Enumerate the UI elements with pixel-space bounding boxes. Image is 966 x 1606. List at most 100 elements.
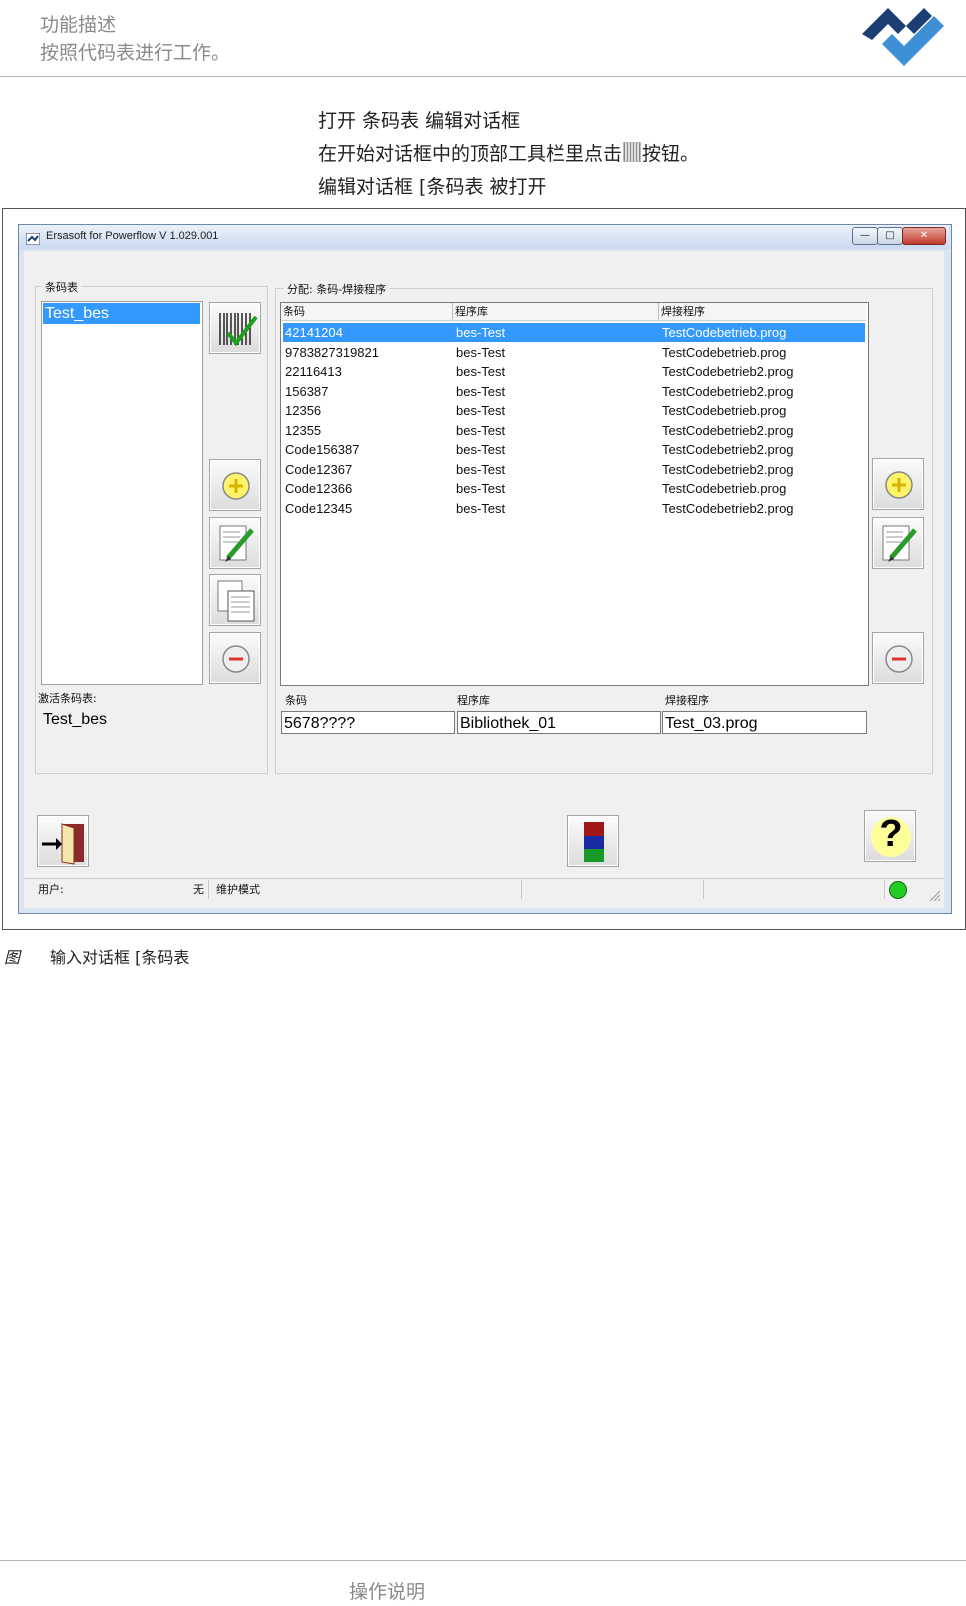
edit-table-button[interactable] (209, 517, 261, 569)
grid-column-separator[interactable] (452, 303, 453, 320)
footer-rule (0, 1560, 966, 1561)
grid-header (281, 303, 866, 321)
table-row[interactable]: 42141204 bes-Test TestCodebetrieb.prog (283, 323, 865, 342)
cell-library: bes-Test (456, 442, 506, 457)
plus-icon (222, 472, 250, 500)
instruction-line-3: 编辑对话框 [条码表 被打开 (318, 176, 547, 198)
cell-program: TestCodebetrieb2.prog (662, 383, 794, 399)
minimize-button[interactable]: — (852, 227, 878, 245)
cell-program: TestCodebetrieb.prog (662, 325, 787, 340)
cell-program: TestCodebetrieb2.prog (662, 364, 794, 379)
cell-library: bes-Test (456, 422, 506, 438)
cell-program: TestCodebetrieb2.prog (662, 422, 794, 438)
status-user-label: 用户: (38, 883, 64, 896)
active-table-label: 激活条码表: (38, 692, 97, 705)
color-stack-icon (584, 822, 604, 862)
copy-table-button[interactable] (209, 574, 261, 626)
instruction-text-after: 按钮。 (642, 143, 700, 165)
edit-library-label: 程序库 (457, 694, 490, 707)
figure-caption: 输入对话框 [条码表 (50, 948, 190, 967)
program-input[interactable]: Test_03.prog (662, 711, 867, 734)
grid-column-barcode[interactable]: 条码 (283, 303, 305, 320)
status-user-segment: 用户: 无 (38, 880, 209, 899)
cell-library: bes-Test (456, 383, 506, 399)
cell-barcode: 12356 (285, 403, 322, 418)
grid-column-separator[interactable] (658, 303, 659, 320)
library-input[interactable]: Bibliothek_01 (457, 711, 661, 734)
table-row[interactable]: 12355 bes-Test TestCodebetrieb2.prog (283, 421, 865, 440)
header-rule (0, 76, 966, 77)
active-table-value: Test_bes (43, 711, 108, 728)
cell-barcode: Code12367 (285, 461, 353, 477)
code-table-group-label: 条码表 (42, 279, 81, 295)
edit-assignment-button[interactable] (872, 517, 924, 569)
help-button[interactable]: ? (864, 810, 916, 862)
table-row[interactable]: 22116413 bes-Test TestCodebetrieb2.prog (283, 362, 865, 381)
cell-program: TestCodebetrieb.prog (662, 344, 787, 360)
grid-column-library[interactable]: 程序库 (455, 303, 488, 320)
table-row[interactable]: 9783827319821 bes-Test TestCodebetrieb.pro… (283, 343, 865, 362)
grid-column-program[interactable]: 焊接程序 (661, 303, 705, 320)
cell-program: TestCodebetrieb.prog (662, 481, 787, 496)
color-stack-button[interactable] (567, 815, 619, 867)
company-logo (862, 0, 966, 66)
copy-table-icon (217, 580, 255, 622)
assignment-group-label: 分配: 条码-焊接程序 (284, 281, 390, 297)
add-table-button[interactable] (209, 459, 261, 511)
status-mode: 维护模式 (212, 880, 522, 899)
status-segment-4 (704, 880, 885, 899)
table-row[interactable]: Code12366 bes-Test TestCodebetrieb.prog (283, 479, 865, 498)
barcode-button-icon (623, 142, 642, 162)
table-row[interactable]: Code12367 bes-Test TestCodebetrieb2.prog (283, 460, 865, 479)
cell-barcode: 156387 (285, 383, 329, 399)
window-title: Ersasoft for Powerflow V 1.029.001 (46, 230, 219, 242)
add-assignment-button[interactable] (872, 458, 924, 510)
instruction-line-2: 在开始对话框中的顶部工具栏里点击 按钮。 (318, 139, 699, 166)
delete-assignment-button[interactable] (872, 632, 924, 684)
edit-pencil-icon (219, 525, 254, 562)
page-header-title: 功能描述 (40, 14, 117, 36)
cell-library: bes-Test (456, 403, 506, 418)
code-table-list-item[interactable]: Test_bes (43, 303, 200, 324)
instruction-line-1: 打开 条码表 编辑对话框 (318, 110, 521, 132)
help-glyph: ? (879, 813, 903, 855)
cell-library: bes-Test (456, 325, 506, 340)
exit-button[interactable] (37, 815, 89, 867)
edit-pencil-icon (882, 525, 917, 562)
table-row[interactable]: 156387 bes-Test TestCodebetrieb2.prog (283, 382, 865, 401)
table-row[interactable]: Code12345 bes-Test TestCodebetrieb2.prog (283, 499, 865, 518)
cell-library: bes-Test (456, 481, 506, 496)
exit-door-icon (42, 823, 84, 865)
barcode-check-icon (219, 313, 258, 347)
cell-library: bes-Test (456, 344, 506, 360)
resize-grip-icon[interactable] (928, 886, 941, 902)
cell-library: bes-Test (456, 461, 506, 477)
app-icon (25, 230, 41, 246)
cell-barcode: Code12366 (285, 481, 353, 496)
footer-text: 操作说明 (349, 1581, 426, 1603)
minus-icon (885, 645, 913, 673)
delete-table-button[interactable] (209, 632, 261, 684)
cell-library: bes-Test (456, 500, 506, 516)
cell-barcode: 22116413 (285, 364, 342, 379)
activate-table-button[interactable] (209, 302, 261, 354)
maximize-button[interactable]: □ (877, 227, 903, 245)
barcode-input[interactable]: 5678???? (281, 711, 455, 734)
cell-library: bes-Test (456, 364, 506, 379)
status-user-value: 无 (193, 883, 204, 896)
table-row[interactable]: Code156387 bes-Test TestCodebetrieb2.prog (283, 440, 865, 459)
cell-barcode: 12355 (285, 422, 322, 438)
cell-program: TestCodebetrieb2.prog (662, 442, 794, 457)
edit-barcode-label: 条码 (285, 694, 307, 707)
cell-program: TestCodebetrieb.prog (662, 403, 787, 418)
code-table-list[interactable] (41, 301, 203, 685)
cell-barcode: 42141204 (285, 325, 343, 340)
minus-icon (222, 645, 250, 673)
cell-barcode: 9783827319821 (285, 344, 379, 360)
figure-label: 图 (4, 948, 21, 967)
close-button[interactable]: ✕ (902, 227, 946, 245)
cell-barcode: Code12345 (285, 500, 353, 516)
page-header-subtitle: 按照代码表进行工作。 (40, 42, 231, 64)
table-row[interactable]: 12356 bes-Test TestCodebetrieb.prog (283, 401, 865, 420)
cell-barcode: Code156387 (285, 442, 360, 457)
